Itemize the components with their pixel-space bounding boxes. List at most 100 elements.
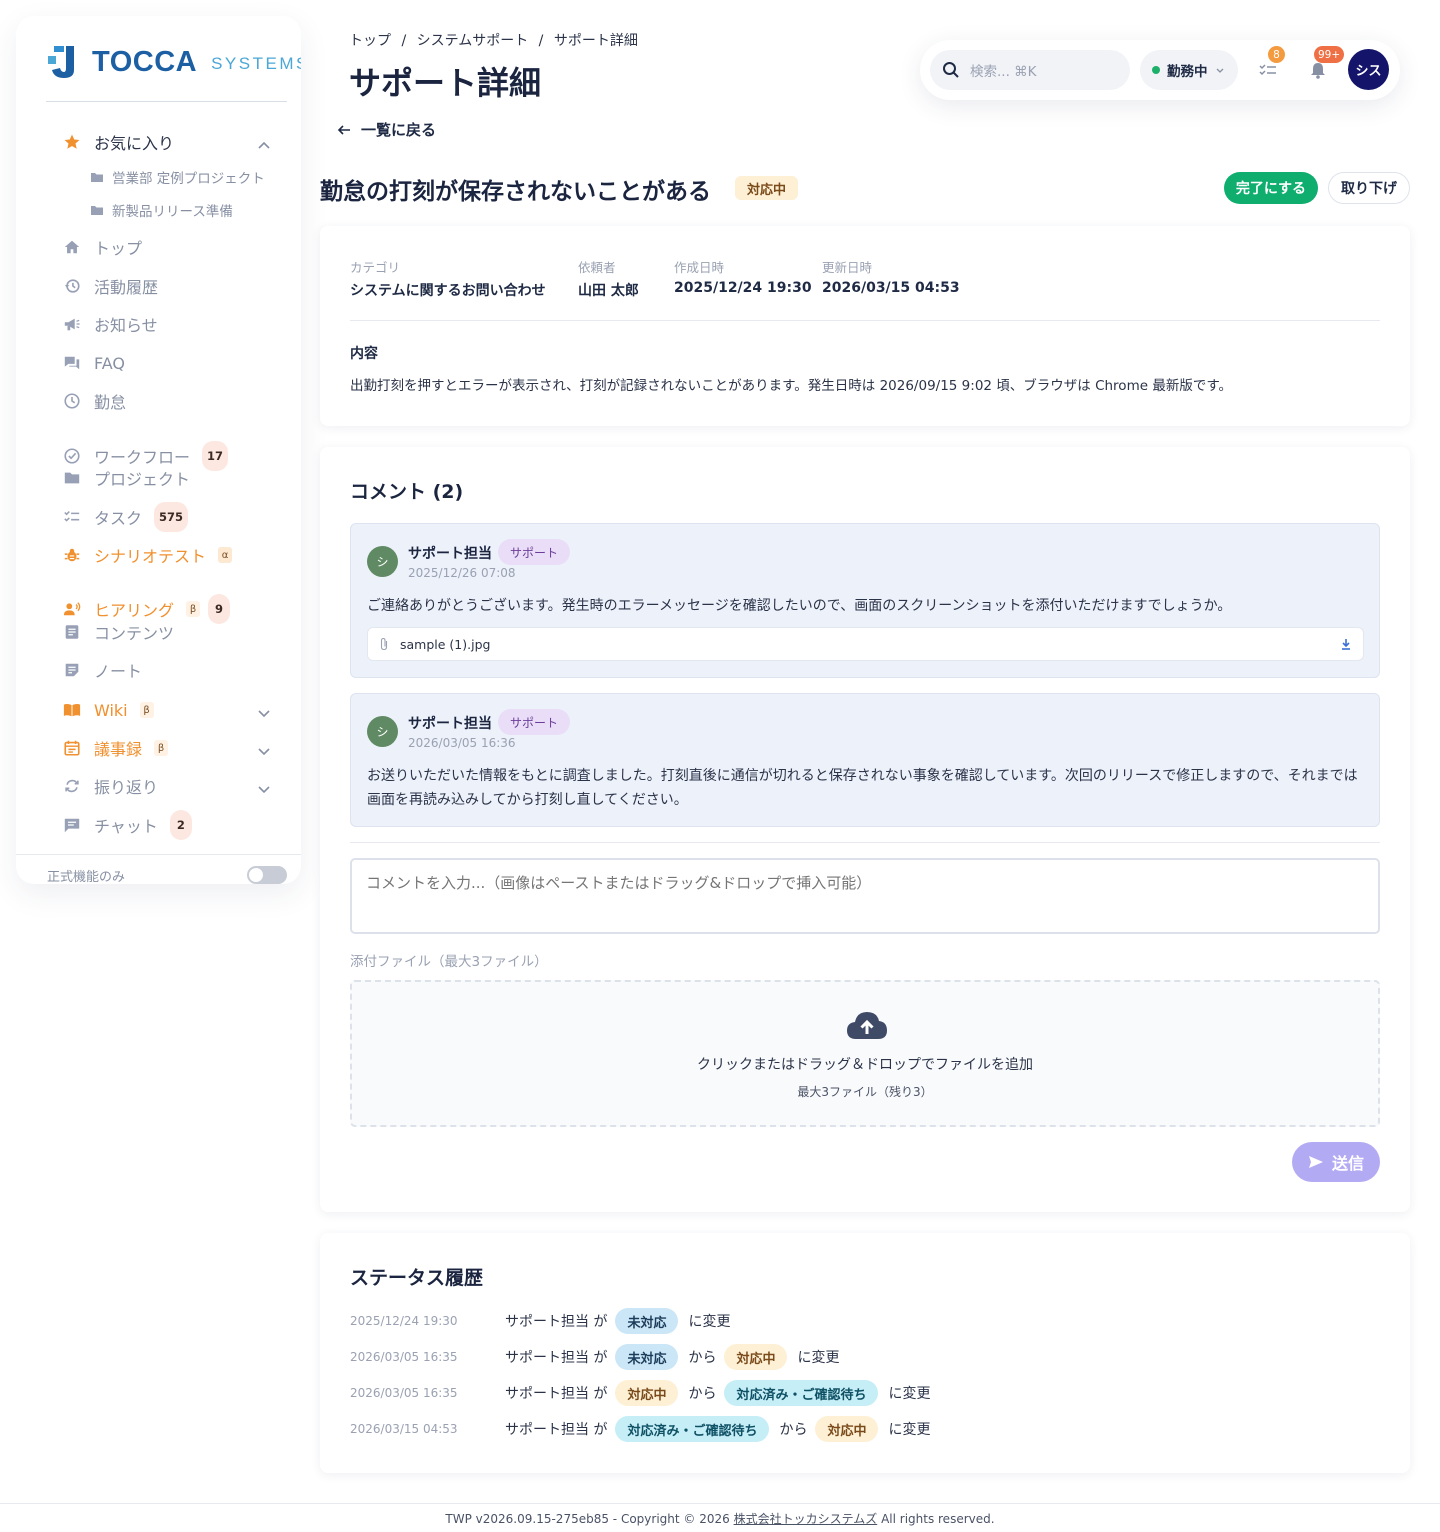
chevron-down-icon[interactable] [256,705,272,721]
comment-role-badge: サポート [498,539,571,565]
favorite-item[interactable]: 新製品リリース準備 [90,200,233,220]
dropzone-text: クリックまたはドラッグ＆ドロップでファイルを追加 [697,1057,1033,1073]
meta-label-created: 作成日時 [674,260,725,275]
bug-icon [62,545,82,565]
send-button[interactable]: 送信 [1292,1142,1380,1182]
sidebar: TOCCA SYSTEMS お気に入り 営業部 定例プロジェクト 新製品リリース… [16,16,301,884]
sidebar-item-favorites[interactable]: お気に入り [62,128,174,156]
sidebar-item-label: お知らせ [94,316,158,335]
people-icon [62,599,82,619]
meta-value-updated: 2026/03/15 04:53 [822,280,960,296]
arrow-left-icon [337,124,350,135]
sidebar-item-label: タスク [94,509,143,528]
sidebar-item-faq[interactable]: FAQ [62,349,125,377]
calendar-icon [62,738,82,758]
chevron-up-icon[interactable] [256,138,272,154]
content-body: 出勤打刻を押すとエラーが表示され、打刻が記録されないことがあります。発生日時は … [350,378,1232,394]
sidebar-item-contents[interactable]: コンテンツ [62,618,174,646]
withdraw-button[interactable]: 取り下げ [1328,172,1410,204]
sidebar-item-label: FAQ [94,353,125,373]
footer: TWP v2026.09.15-275eb85 - Copyright © 20… [0,1510,1440,1527]
sidebar-item-retrospective[interactable]: 振り返り [62,772,158,800]
book-icon [62,700,82,720]
history-from: から [779,1422,808,1438]
count-badge: 17 [202,441,229,471]
official-only-toggle[interactable] [247,866,287,884]
count-badge: 575 [154,502,189,532]
history-changed: に変更 [688,1314,731,1330]
comment-input[interactable] [350,858,1380,934]
favorite-item[interactable]: 営業部 定例プロジェクト [90,167,265,187]
content-label: 内容 [350,346,378,362]
sidebar-item-top[interactable]: トップ [62,233,142,261]
sidebar-item-attendance[interactable]: 勤怠 [62,387,126,415]
history-actor: サポート担当 が [505,1314,608,1330]
notifications-button[interactable]: 99+ [1306,46,1345,82]
history-row: 2026/03/05 16:35 サポート担当 が 未対応 から 対応中 に変更 [350,1344,847,1370]
file-dropzone[interactable]: クリックまたはドラッグ＆ドロップでファイルを追加 最大3ファイル（残り3） [350,980,1380,1127]
chevron-down-icon[interactable] [256,743,272,759]
breadcrumb-item-current: サポート詳細 [553,33,638,49]
cloud-upload-icon [847,1012,887,1039]
search-input[interactable]: 検索... ⌘K [930,50,1130,90]
sidebar-item-wiki[interactable]: Wiki β [62,696,154,724]
chevron-down-icon[interactable] [256,781,272,797]
comment-avatar: シ [367,546,398,577]
topbar: 検索... ⌘K 勤務中 8 99+ シス [920,40,1400,100]
download-icon[interactable] [1339,637,1353,651]
alpha-badge: α [218,547,233,563]
comment-text: お送りいただいた情報をもとに調査しました。打刻直後に通信が切れると保存されない事… [367,768,1358,808]
footer-version: TWP v2026.09.15-275eb85 - Copyright © 20… [445,1512,730,1526]
footer-company-link[interactable]: 株式会社トッカシステムズ [734,1512,878,1526]
logo[interactable]: TOCCA SYSTEMS [46,42,301,82]
sidebar-item-news[interactable]: お知らせ [62,310,158,338]
divider [350,320,1380,321]
sidebar-item-label: プロジェクト [94,470,191,489]
sidebar-item-note[interactable]: ノート [62,656,142,684]
back-label: 一覧に戻る [361,121,437,139]
sidebar-item-history[interactable]: 活動履歴 [62,272,158,300]
comment-role-badge: サポート [498,709,571,735]
breadcrumb-item-system-support[interactable]: システムサポート [417,33,529,49]
complete-button[interactable]: 完了にする [1224,172,1318,204]
attachment-item[interactable]: sample (1).jpg [367,627,1364,661]
back-to-list-link[interactable]: 一覧に戻る [337,119,436,140]
sidebar-item-tasks[interactable]: タスク 575 [62,502,189,532]
history-changed: に変更 [797,1350,840,1366]
breadcrumb-separator: / [538,33,544,49]
search-icon [943,62,959,78]
footer-rights: All rights reserved. [881,1512,995,1526]
user-avatar[interactable]: シス [1348,49,1389,90]
history-changed: に変更 [888,1422,931,1438]
task-list-button[interactable]: 8 [1256,46,1285,82]
sidebar-item-chat[interactable]: チャット 2 [62,810,192,840]
comment-time: 2026/03/05 16:36 [408,736,516,750]
beta-badge: β [139,702,154,718]
beta-badge: β [154,740,169,756]
official-only-label: 正式機能のみ [47,870,126,884]
dropzone-subtext: 最大3ファイル（残り3） [797,1085,933,1099]
sidebar-divider [46,101,287,102]
history-time: 2025/12/24 19:30 [350,1314,458,1328]
work-status-dropdown[interactable]: 勤務中 [1140,50,1238,90]
comments-title: コメント (2) [350,481,464,503]
breadcrumb-separator: / [401,33,407,49]
send-icon [1308,1156,1323,1168]
history-changed: に変更 [888,1386,931,1402]
sidebar-item-label: チャット [94,817,158,836]
sidebar-item-scenario-test[interactable]: シナリオテスト α [62,541,233,569]
sidebar-item-label: 議事録 [94,740,143,759]
sidebar-item-project[interactable]: プロジェクト [62,464,190,492]
faq-icon [62,353,82,373]
work-status-label: 勤務中 [1167,64,1208,80]
history-row: 2026/03/05 16:35 サポート担当 が 対応中 から 対応済み・ご確… [350,1380,938,1406]
clock-icon [62,391,82,411]
search-placeholder: 検索... ⌘K [970,64,1037,80]
breadcrumb-item-top[interactable]: トップ [349,33,391,49]
document-icon [62,622,82,642]
history-row: 2026/03/15 04:53 サポート担当 が 対応済み・ご確認待ち から … [350,1416,938,1442]
meta-value-requester: 山田 太郎 [578,283,639,299]
comment-avatar: シ [367,716,398,747]
sidebar-item-minutes[interactable]: 議事録 β [62,734,169,762]
task-count-badge: 8 [1268,46,1285,63]
